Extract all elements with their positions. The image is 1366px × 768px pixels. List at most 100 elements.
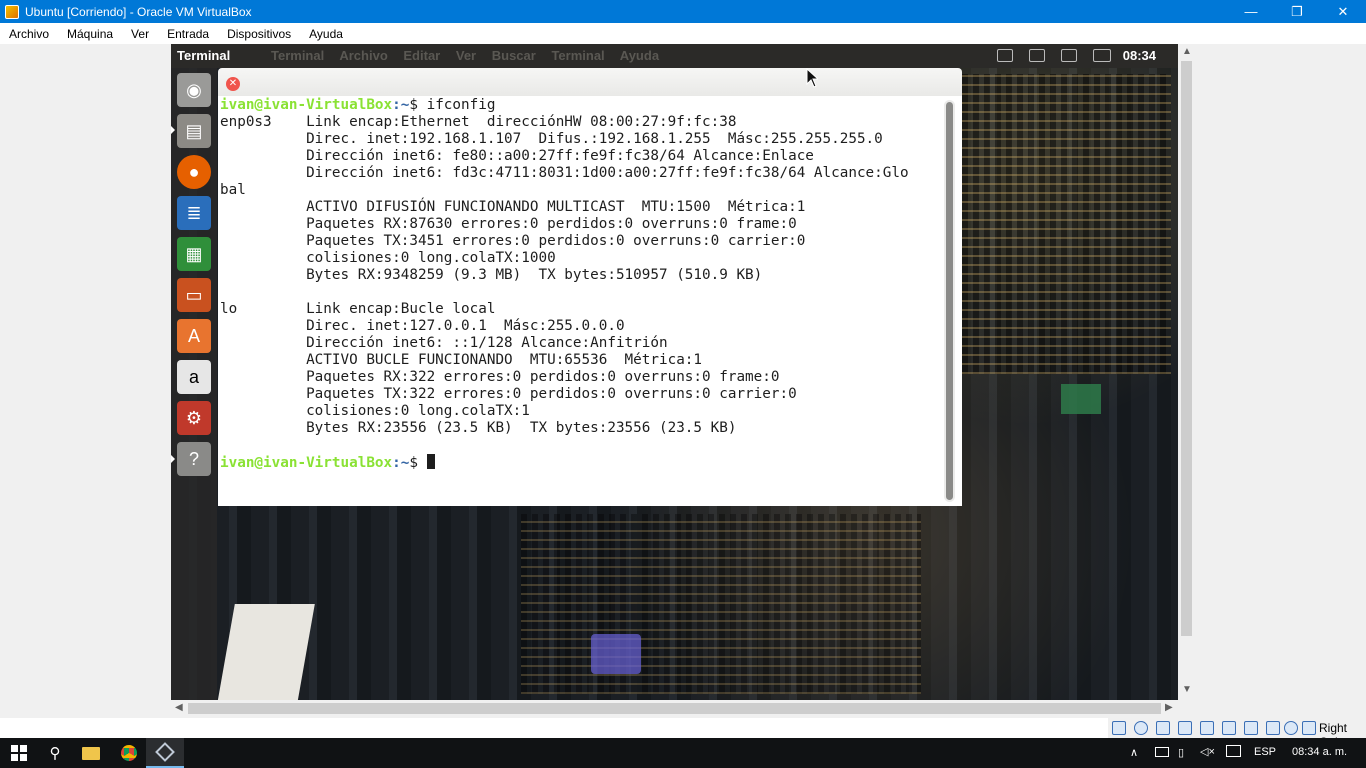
search-icon[interactable]: ⚲ bbox=[36, 738, 74, 768]
menu-entrada[interactable]: Entrada bbox=[158, 27, 218, 41]
libreoffice-calc-icon[interactable]: ▦ bbox=[177, 237, 211, 271]
notifications-icon[interactable] bbox=[1226, 745, 1241, 757]
ubuntu-top-panel: Terminal Terminal Archivo Editar Ver Bus… bbox=[171, 44, 1178, 68]
file-explorer-icon[interactable] bbox=[72, 738, 110, 768]
battery-icon[interactable] bbox=[1061, 49, 1077, 62]
scroll-down-arrow-icon[interactable]: ▼ bbox=[1182, 684, 1192, 695]
volume-icon[interactable] bbox=[1093, 49, 1111, 62]
firefox-icon[interactable]: ● bbox=[177, 155, 211, 189]
mouse-integration-icon[interactable] bbox=[1302, 721, 1316, 735]
terminal-scrollbar[interactable] bbox=[944, 100, 955, 502]
help-icon[interactable]: ? bbox=[177, 442, 211, 476]
window-title: Ubuntu [Corriendo] - Oracle VM VirtualBo… bbox=[25, 4, 252, 19]
menu-ver[interactable]: Ver bbox=[122, 27, 158, 41]
minimize-button[interactable]: — bbox=[1228, 0, 1274, 23]
volume-muted-icon[interactable]: ◁× bbox=[1200, 745, 1215, 758]
network-icon[interactable] bbox=[997, 49, 1013, 62]
terminal-output-line: Paquetes RX:87630 errores:0 perdidos:0 o… bbox=[306, 216, 797, 232]
libreoffice-impress-icon[interactable]: ▭ bbox=[177, 278, 211, 312]
virtualbox-taskbar-icon[interactable] bbox=[146, 738, 184, 768]
launcher-running-indicator bbox=[171, 455, 175, 463]
terminal-output-line: enp0s3 Link encap:Ethernet direcciónHW 0… bbox=[220, 114, 737, 130]
scroll-right-arrow-icon[interactable]: ▶ bbox=[1165, 702, 1173, 713]
language-indicator[interactable]: ESP bbox=[1254, 746, 1276, 758]
terminal-scrollbar-thumb[interactable] bbox=[946, 102, 953, 500]
maximize-button[interactable]: ❐ bbox=[1274, 0, 1320, 23]
terminal-output-line: ACTIVO DIFUSIÓN FUNCIONANDO MULTICAST MT… bbox=[306, 199, 806, 215]
terminal-output-line: Paquetes TX:3451 errores:0 perdidos:0 ov… bbox=[306, 233, 806, 249]
vm-vertical-scrollbar-thumb[interactable] bbox=[1181, 61, 1192, 636]
panel-menu-ver[interactable]: Ver bbox=[456, 48, 476, 63]
scroll-up-arrow-icon[interactable]: ▲ bbox=[1182, 46, 1192, 57]
panel-menu-editar[interactable]: Editar bbox=[403, 48, 440, 63]
wallpaper-rooftop bbox=[217, 604, 315, 700]
vm-horizontal-scrollbar[interactable]: ◀ ▶ bbox=[171, 700, 1178, 717]
terminal-output-line: Dirección inet6: fd3c:4711:8031:1d00:a00… bbox=[306, 165, 909, 181]
menu-maquina[interactable]: Máquina bbox=[58, 27, 122, 41]
final-prompt-suffix: $ bbox=[409, 455, 427, 471]
terminal-output-line: Paquetes RX:322 errores:0 perdidos:0 ove… bbox=[306, 369, 780, 385]
libreoffice-writer-icon[interactable]: ≣ bbox=[177, 196, 211, 230]
panel-menu-terminal[interactable]: Terminal bbox=[271, 48, 324, 63]
panel-menu-terminal-2[interactable]: Terminal bbox=[551, 48, 604, 63]
terminal-output: ivan@ivan-VirtualBox:~$ ifconfig enp0s3 … bbox=[220, 97, 909, 472]
terminal-output-line: Paquetes TX:322 errores:0 perdidos:0 ove… bbox=[306, 386, 797, 402]
show-hidden-icons-icon[interactable]: ∧ bbox=[1130, 746, 1138, 759]
panel-menu-ayuda[interactable]: Ayuda bbox=[620, 48, 659, 63]
wallpaper-park bbox=[1061, 384, 1101, 414]
video-capture-icon[interactable] bbox=[1266, 721, 1280, 735]
network-adapter-icon[interactable] bbox=[1178, 721, 1192, 735]
taskbar-clock[interactable]: 08:34 a. m. bbox=[1292, 746, 1347, 758]
panel-app-name: Terminal bbox=[177, 48, 231, 63]
menu-dispositivos[interactable]: Dispositivos bbox=[218, 27, 300, 41]
wallpaper-blue-lights bbox=[591, 634, 641, 674]
usb-icon[interactable] bbox=[1200, 721, 1214, 735]
display-icon[interactable] bbox=[1244, 721, 1258, 735]
text-cursor bbox=[426, 454, 435, 469]
mouse-pointer-icon bbox=[806, 68, 818, 88]
virtualization-icon[interactable] bbox=[1284, 721, 1298, 735]
audio-icon[interactable] bbox=[1156, 721, 1170, 735]
terminal-output-line: Dirección inet6: fe80::a00:27ff:fe9f:fc3… bbox=[306, 148, 814, 164]
amazon-icon[interactable]: a bbox=[177, 360, 211, 394]
shared-folders-icon[interactable] bbox=[1222, 721, 1236, 735]
terminal-output-line: colisiones:0 long.colaTX:1000 bbox=[306, 250, 556, 266]
launcher-running-indicator bbox=[171, 126, 175, 134]
system-settings-icon[interactable]: ⚙ bbox=[177, 401, 211, 435]
vm-vertical-scrollbar[interactable]: ▲ ▼ bbox=[1178, 44, 1195, 700]
final-prompt-user: ivan@ivan-VirtualBox bbox=[220, 455, 393, 471]
prompt-user: ivan@ivan-VirtualBox bbox=[220, 97, 393, 113]
wallpaper-building-lights bbox=[521, 514, 921, 694]
panel-global-menu: Terminal Archivo Editar Ver Buscar Termi… bbox=[271, 48, 671, 63]
terminal-body[interactable]: ivan@ivan-VirtualBox:~$ ifconfig enp0s3 … bbox=[218, 96, 962, 506]
panel-menu-buscar[interactable]: Buscar bbox=[492, 48, 536, 63]
files-icon[interactable]: ▤ bbox=[177, 114, 211, 148]
terminal-output-line: ACTIVO BUCLE FUNCIONANDO MTU:65536 Métri… bbox=[306, 352, 703, 368]
panel-menu-archivo[interactable]: Archivo bbox=[339, 48, 387, 63]
network-tray-icon[interactable]: ▯ bbox=[1178, 746, 1184, 759]
menu-archivo[interactable]: Archivo bbox=[0, 27, 58, 41]
virtualbox-icon bbox=[5, 4, 19, 19]
terminal-close-button[interactable]: ✕ bbox=[226, 77, 240, 91]
ubuntu-software-icon[interactable]: A bbox=[177, 319, 211, 353]
dash-home-icon[interactable]: ◉ bbox=[177, 73, 211, 107]
menu-ayuda[interactable]: Ayuda bbox=[300, 27, 352, 41]
close-button[interactable]: ✕ bbox=[1320, 0, 1366, 23]
final-prompt-path: :~ bbox=[392, 455, 410, 471]
terminal-title-bar[interactable]: ✕ bbox=[218, 68, 962, 96]
vm-horizontal-scrollbar-thumb[interactable] bbox=[188, 703, 1161, 714]
virtualbox-status-bar: Right Ctrl bbox=[1108, 718, 1366, 749]
panel-clock[interactable]: 08:34 bbox=[1123, 48, 1156, 63]
scroll-left-arrow-icon[interactable]: ◀ bbox=[175, 702, 183, 713]
host-menu-bar: Archivo Máquina Ver Entrada Dispositivos… bbox=[0, 23, 1366, 44]
battery-tray-icon[interactable] bbox=[1155, 747, 1169, 757]
windows-start-icon[interactable] bbox=[0, 738, 38, 768]
terminal-output-line: Direc. inet:192.168.1.107 Difus.:192.168… bbox=[306, 131, 883, 147]
terminal-output-line: colisiones:0 long.colaTX:1 bbox=[306, 403, 530, 419]
optical-drive-icon[interactable] bbox=[1134, 721, 1148, 735]
chrome-icon[interactable] bbox=[110, 738, 148, 768]
keyboard-icon[interactable] bbox=[1029, 49, 1045, 62]
hard-disk-icon[interactable] bbox=[1112, 721, 1126, 735]
terminal-output-line: lo Link encap:Bucle local bbox=[220, 301, 496, 317]
terminal-output-line: Bytes RX:9348259 (9.3 MB) TX bytes:51095… bbox=[306, 267, 763, 283]
